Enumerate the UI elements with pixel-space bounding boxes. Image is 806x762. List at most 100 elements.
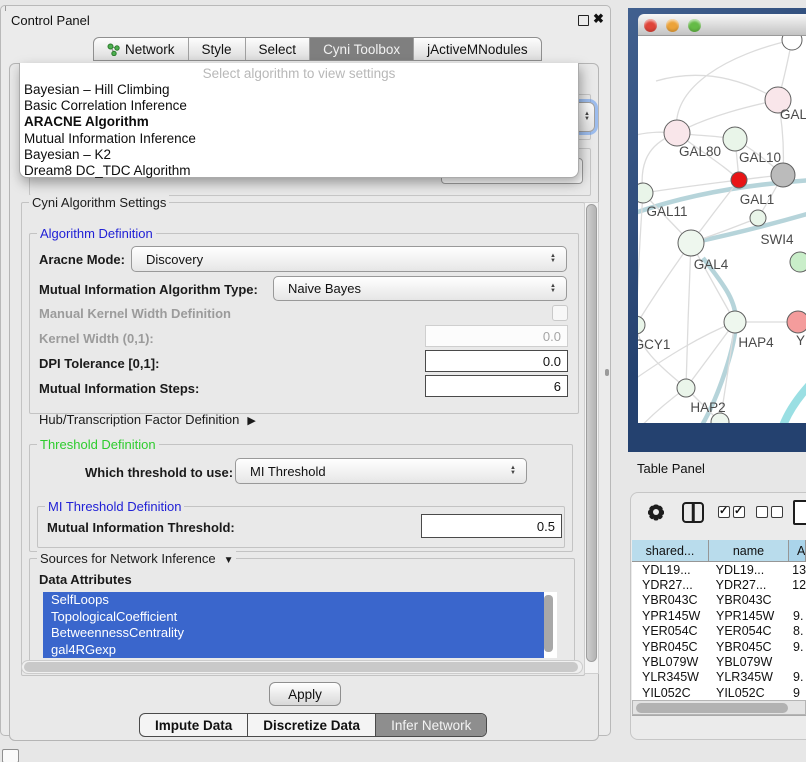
- network-edge[interactable]: [638, 325, 686, 388]
- table-row[interactable]: YBL079WYBL079W: [632, 654, 806, 669]
- network-node[interactable]: [771, 163, 795, 187]
- close-icon[interactable]: ✖: [593, 11, 604, 27]
- tab-cyni-toolbox[interactable]: Cyni Toolbox: [309, 38, 413, 60]
- node-label-y: Y: [796, 333, 805, 348]
- minimized-window-icon[interactable]: [2, 749, 19, 762]
- mi-threshold-field[interactable]: 0.5: [421, 514, 562, 538]
- network-edge[interactable]: [777, 376, 806, 423]
- attribute-item-topologicalcoefficient[interactable]: TopologicalCoefficient: [43, 609, 544, 626]
- mac-minimize-button[interactable]: [666, 19, 679, 32]
- network-node-gcy1[interactable]: [638, 316, 645, 334]
- network-node-hap4[interactable]: [724, 311, 746, 333]
- table-cell: YER054C: [709, 624, 789, 638]
- network-node-gal4[interactable]: [678, 230, 704, 256]
- checked-checkbox-icon[interactable]: [733, 506, 745, 518]
- unchecked-checkbox-icon[interactable]: [771, 506, 783, 518]
- dropdown-option-mutual-information-inference[interactable]: Mutual Information Inference: [24, 131, 574, 147]
- network-edge[interactable]: [638, 243, 691, 325]
- table-row[interactable]: YBR043CYBR043C: [632, 593, 806, 608]
- bottom-tab-discretize-data[interactable]: Discretize Data: [247, 714, 375, 736]
- network-edge[interactable]: [691, 243, 735, 322]
- kernel-width-field[interactable]: 0.0: [425, 325, 568, 347]
- network-node-gal10[interactable]: [723, 127, 747, 151]
- dropdown-option-dream8-dc-tdc-algorithm[interactable]: Dream8 DC_TDC Algorithm: [24, 163, 574, 179]
- network-window-titlebar[interactable]: [638, 14, 806, 36]
- attributes-list-scrollbar[interactable]: [544, 595, 553, 652]
- hub-definition-toggle[interactable]: Hub/Transcription Factor Definition▶: [39, 412, 256, 427]
- network-node[interactable]: [790, 252, 806, 272]
- bottom-tab-infer-network[interactable]: Infer Network: [375, 714, 486, 736]
- tab-style[interactable]: Style: [188, 38, 245, 60]
- tab-jactivemnodules[interactable]: jActiveMNodules: [413, 38, 541, 60]
- checked-checkbox-icon[interactable]: [718, 506, 730, 518]
- table-row[interactable]: YDR27...YDR27...12: [632, 577, 806, 592]
- dropdown-option-bayesian-k2[interactable]: Bayesian – K2: [24, 147, 574, 163]
- table-row[interactable]: YLR345WYLR345W9.: [632, 670, 806, 685]
- sources-group-title[interactable]: Sources for Network Inference▼: [37, 551, 236, 566]
- dropdown-option-basic-correlation-inference[interactable]: Basic Correlation Inference: [24, 98, 574, 114]
- table-cell: YER054C: [632, 624, 709, 638]
- network-edge[interactable]: [695, 258, 736, 423]
- column-header-a[interactable]: A: [789, 540, 806, 562]
- aracne-mode-combo[interactable]: Discovery ▲▼: [131, 246, 567, 272]
- table-row[interactable]: YDL19...YDL19...13: [632, 562, 806, 577]
- gear-icon[interactable]: [646, 502, 666, 522]
- network-edge[interactable]: [677, 100, 778, 133]
- network-node-hap2[interactable]: [677, 379, 695, 397]
- table-cell: YDR27...: [709, 578, 789, 592]
- dropdown-option-bayesian-hill-climbing[interactable]: Bayesian – Hill Climbing: [24, 82, 574, 98]
- table-row[interactable]: YBR045CYBR045C9.: [632, 639, 806, 654]
- tab-network[interactable]: Network: [94, 38, 188, 60]
- dpi-tolerance-field[interactable]: 0.0: [425, 350, 568, 372]
- apply-button[interactable]: Apply: [269, 682, 341, 706]
- which-threshold-combo[interactable]: MI Threshold ▲▼: [235, 458, 527, 484]
- column-header-shared[interactable]: shared...: [632, 540, 709, 562]
- network-edge[interactable]: [656, 75, 778, 100]
- network-edge[interactable]: [686, 322, 735, 388]
- document-icon[interactable]: [793, 500, 806, 525]
- mac-zoom-button[interactable]: [688, 19, 701, 32]
- mi-algorithm-type-combo[interactable]: Naive Bayes ▲▼: [273, 276, 567, 301]
- which-threshold-label: Which threshold to use:: [85, 465, 233, 480]
- mi-algorithm-type-value: Naive Bayes: [288, 277, 361, 300]
- table-row[interactable]: YER054CYER054C8.: [632, 624, 806, 639]
- tab-label: Style: [202, 42, 232, 57]
- unchecked-checkbox-icon[interactable]: [756, 506, 768, 518]
- table-row[interactable]: YIL052CYIL052C9: [632, 685, 806, 700]
- network-graph[interactable]: GALGAL80GAL10GAL1GAL11SWI4GAL4GCY1HAP4YH…: [638, 36, 806, 423]
- table-horizontal-scrollbar-thumb[interactable]: [636, 703, 788, 713]
- sources-title-label: Sources for Network Inference: [40, 551, 216, 566]
- attribute-item-gal4rgexp[interactable]: gal4RGexp: [43, 642, 544, 659]
- data-attributes-label: Data Attributes: [39, 572, 132, 587]
- table-cell: YDL19...: [709, 563, 789, 577]
- threshold-definition-title: Threshold Definition: [37, 437, 159, 452]
- mi-steps-field[interactable]: 6: [425, 375, 568, 397]
- dropdown-option-aracne-algorithm[interactable]: ARACNE Algorithm: [24, 114, 574, 130]
- tab-select[interactable]: Select: [245, 38, 310, 60]
- manual-kernel-checkbox[interactable]: [552, 305, 568, 321]
- attribute-item-betweennesscentrality[interactable]: BetweennessCentrality: [43, 625, 544, 642]
- network-node[interactable]: [782, 36, 802, 50]
- bottom-tab-impute-data[interactable]: Impute Data: [140, 714, 247, 736]
- table-row[interactable]: YPR145WYPR145W9.: [632, 608, 806, 623]
- network-node-gal80[interactable]: [664, 120, 690, 146]
- network-node-y[interactable]: [787, 311, 806, 333]
- mac-close-button[interactable]: [644, 19, 657, 32]
- data-attributes-list[interactable]: SelfLoopsTopologicalCoefficientBetweenne…: [43, 592, 557, 658]
- network-node-swi4[interactable]: [750, 210, 766, 226]
- settings-horizontal-scrollbar-thumb[interactable]: [24, 662, 578, 672]
- network-canvas[interactable]: GALGAL80GAL10GAL1GAL11SWI4GAL4GCY1HAP4YH…: [638, 36, 806, 423]
- network-node-gal11[interactable]: [638, 183, 653, 203]
- splitpane-divider-handle[interactable]: [605, 369, 609, 376]
- settings-vertical-scrollbar-thumb[interactable]: [586, 204, 597, 662]
- collapsed-arrow-icon: ▶: [247, 415, 255, 427]
- node-label-hap4: HAP4: [738, 335, 774, 350]
- network-edge[interactable]: [686, 243, 691, 388]
- float-window-icon[interactable]: [578, 15, 589, 26]
- network-view-window: GALGAL80GAL10GAL1GAL11SWI4GAL4GCY1HAP4YH…: [638, 14, 806, 431]
- column-split-icon[interactable]: [682, 502, 704, 523]
- column-header-name[interactable]: name: [709, 540, 789, 562]
- network-edge[interactable]: [676, 40, 792, 133]
- network-node-gal1[interactable]: [731, 172, 747, 188]
- attribute-item-selfloops[interactable]: SelfLoops: [43, 592, 544, 609]
